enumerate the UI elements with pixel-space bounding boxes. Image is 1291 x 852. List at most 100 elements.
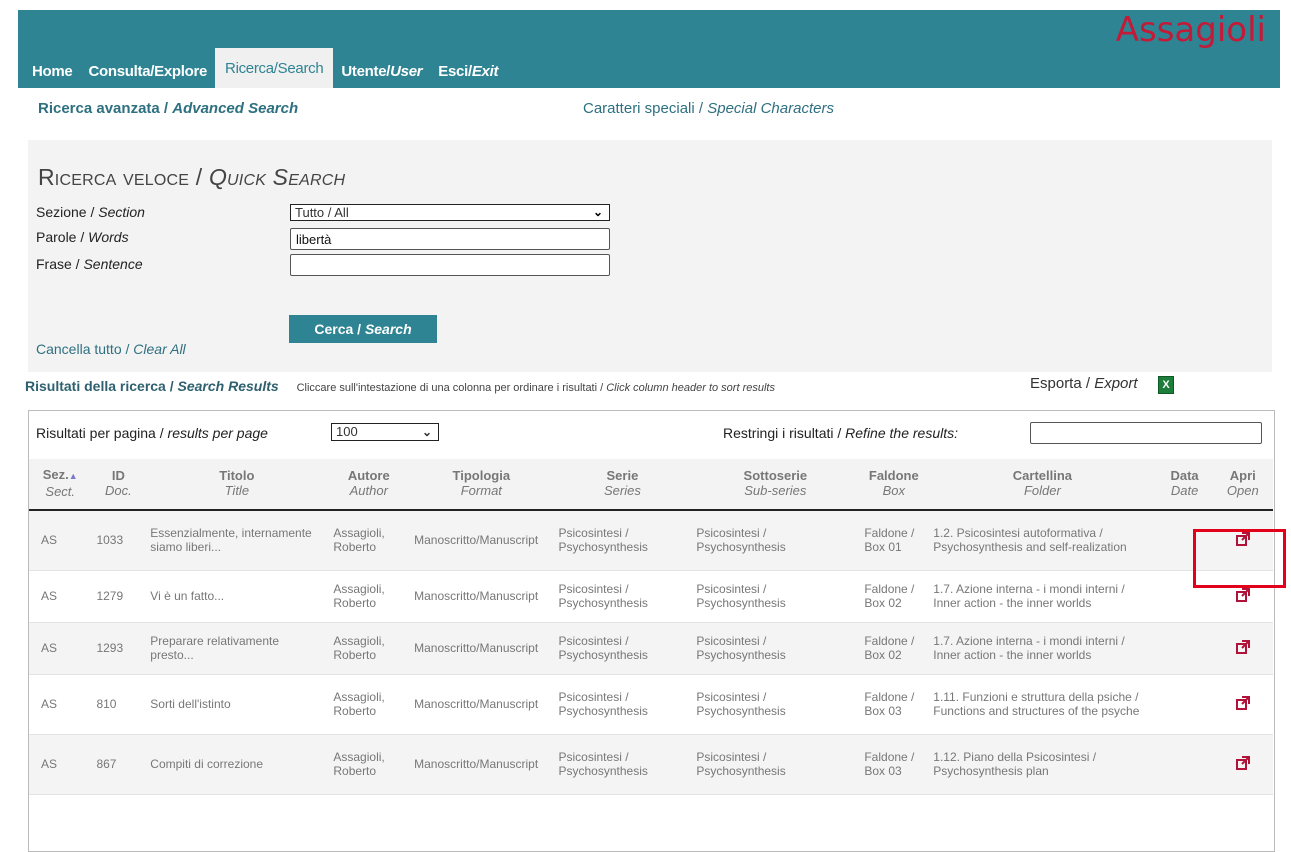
cell-format: Manoscritto/Manuscript	[409, 510, 554, 571]
open-external-icon[interactable]	[1235, 587, 1250, 602]
cell-folder: 1.11. Funzioni e struttura della psiche …	[928, 674, 1157, 735]
col-header-folder[interactable]: Cartellina Folder	[928, 459, 1157, 511]
main-nav: Home Consulta/Explore Ricerca/Search Ute…	[18, 48, 506, 88]
cell-section: AS	[29, 570, 92, 623]
cell-box: Faldone / Box 02	[859, 622, 929, 675]
cell-open	[1212, 622, 1273, 675]
results-title: Risultati della ricerca / Search Results	[25, 378, 279, 394]
results-per-page-label: Risultati per pagina / results per page	[36, 425, 268, 441]
open-external-icon[interactable]	[1235, 755, 1250, 770]
nav-user[interactable]: Utente/User	[333, 60, 430, 88]
cell-subseries: Psicosintesi / Psychosynthesis	[691, 570, 860, 623]
cell-section: AS	[29, 674, 92, 735]
section-label: Sezione / Section	[36, 204, 145, 220]
sort-asc-icon: ▲	[68, 471, 78, 481]
col-header-series[interactable]: Serie Series	[553, 459, 692, 511]
table-row: AS 1293 Preparare relativamente presto... A…	[29, 622, 1273, 675]
col-header-open[interactable]: Apri Open	[1212, 459, 1273, 511]
cell-box: Faldone / Box 03	[859, 734, 929, 795]
results-table: Sez.▲ Sect. ID Doc. Titolo Title Autore Auth…	[29, 459, 1273, 795]
cell-title: Essenzialmente, internamente siamo liber…	[145, 510, 329, 571]
open-external-icon[interactable]	[1235, 639, 1250, 654]
sort-hint: Cliccare sull'intestazione di una colonn…	[296, 382, 775, 394]
results-heading: Risultati della ricerca / Search Results…	[25, 378, 775, 394]
advanced-search-link[interactable]: Ricerca avanzata / Advanced Search	[38, 100, 298, 117]
col-header-format[interactable]: Tipologia Format	[409, 459, 554, 511]
cell-date	[1156, 674, 1213, 735]
chevron-down-icon: ⌄	[592, 205, 603, 219]
cell-id: 1293	[91, 622, 146, 675]
cell-section: AS	[29, 510, 92, 571]
cell-subseries: Psicosintesi / Psychosynthesis	[691, 510, 860, 571]
col-header-id[interactable]: ID Doc.	[91, 459, 146, 511]
cell-id: 1279	[91, 570, 146, 623]
nav-explore[interactable]: Consulta/Explore	[80, 60, 215, 88]
sentence-input[interactable]	[290, 254, 610, 276]
cell-series: Psicosintesi / Psychosynthesis	[553, 570, 692, 623]
cell-id: 810	[91, 674, 146, 735]
special-characters-link[interactable]: Caratteri speciali / Special Characters	[583, 100, 834, 117]
table-row: AS 1033 Essenzialmente, internamente siamo…	[29, 510, 1273, 571]
excel-icon[interactable]: X	[1158, 376, 1174, 394]
cell-date	[1156, 734, 1213, 795]
cell-author: Assagioli, Roberto	[328, 510, 410, 571]
col-header-section[interactable]: Sez.▲ Sect.	[29, 459, 92, 511]
cell-author: Assagioli, Roberto	[328, 734, 410, 795]
cell-format: Manoscritto/Manuscript	[409, 622, 554, 675]
quick-search-panel: Ricerca veloce / Quick Search Sezione / …	[28, 140, 1272, 372]
cell-series: Psicosintesi / Psychosynthesis	[553, 510, 692, 571]
col-header-date[interactable]: Data Date	[1156, 459, 1213, 511]
col-header-subseries[interactable]: Sottoserie Sub-series	[691, 459, 860, 511]
cell-series: Psicosintesi / Psychosynthesis	[553, 674, 692, 735]
table-row: AS 810 Sorti dell'istinto Assagioli, Robert…	[29, 674, 1273, 735]
cell-id: 1033	[91, 510, 146, 571]
cell-folder: 1.2. Psicosintesi autoformativa / Psycho…	[928, 510, 1157, 571]
cell-series: Psicosintesi / Psychosynthesis	[553, 622, 692, 675]
cell-format: Manoscritto/Manuscript	[409, 570, 554, 623]
cell-author: Assagioli, Roberto	[328, 622, 410, 675]
cell-open	[1212, 734, 1273, 795]
results-table-container: Risultati per pagina / results per page …	[28, 410, 1275, 852]
words-label: Parole / Words	[36, 229, 129, 245]
cell-id: 867	[91, 734, 146, 795]
cell-box: Faldone / Box 02	[859, 570, 929, 623]
col-header-author[interactable]: Autore Author	[328, 459, 410, 511]
export-link[interactable]: Esporta / Export	[1030, 375, 1138, 392]
nav-home[interactable]: Home	[18, 60, 80, 88]
cell-folder: 1.7. Azione interna - i mondi interni / …	[928, 570, 1157, 623]
cell-subseries: Psicosintesi / Psychosynthesis	[691, 674, 860, 735]
clear-all-link[interactable]: Cancella tutto / Clear All	[36, 341, 186, 357]
quick-search-title: Ricerca veloce / Quick Search	[38, 164, 346, 190]
cell-box: Faldone / Box 03	[859, 674, 929, 735]
table-header-row: Sez.▲ Sect. ID Doc. Titolo Title Autore Auth…	[29, 459, 1273, 511]
cell-author: Assagioli, Roberto	[328, 570, 410, 623]
sentence-label: Frase / Sentence	[36, 256, 143, 272]
section-select[interactable]: Tutto / All ⌄	[290, 204, 610, 221]
brand-logo[interactable]: Assagioli	[1116, 10, 1266, 50]
cell-folder: 1.12. Piano della Psicosintesi / Psychos…	[928, 734, 1157, 795]
results-per-page-select[interactable]: 100 ⌄	[331, 423, 439, 441]
open-external-icon[interactable]	[1235, 695, 1250, 710]
cell-series: Psicosintesi / Psychosynthesis	[553, 734, 692, 795]
cell-folder: 1.7. Azione interna - i mondi interni / …	[928, 622, 1157, 675]
cell-format: Manoscritto/Manuscript	[409, 734, 554, 795]
nav-exit[interactable]: Esci/Exit	[430, 60, 506, 88]
words-input[interactable]	[290, 228, 610, 250]
cell-open	[1212, 674, 1273, 735]
table-row: AS 867 Compiti di correzione Assagioli, Rob…	[29, 734, 1273, 795]
search-button[interactable]: Cerca / Search	[289, 315, 437, 343]
cell-title: Compiti di correzione	[145, 734, 329, 795]
nav-search[interactable]: Ricerca/Search	[215, 48, 334, 88]
cell-subseries: Psicosintesi / Psychosynthesis	[691, 734, 860, 795]
col-header-box[interactable]: Faldone Box	[859, 459, 929, 511]
top-header: Assagioli Home Consulta/Explore Ricerca/…	[18, 10, 1280, 88]
cell-title: Sorti dell'istinto	[145, 674, 329, 735]
cell-section: AS	[29, 622, 92, 675]
highlight-annotation	[1193, 529, 1286, 588]
table-row: AS 1279 Vi è un fatto... Assagioli, Roberto…	[29, 570, 1273, 623]
col-header-title[interactable]: Titolo Title	[145, 459, 329, 511]
cell-section: AS	[29, 734, 92, 795]
refine-input[interactable]	[1030, 422, 1262, 444]
cell-format: Manoscritto/Manuscript	[409, 674, 554, 735]
cell-subseries: Psicosintesi / Psychosynthesis	[691, 622, 860, 675]
